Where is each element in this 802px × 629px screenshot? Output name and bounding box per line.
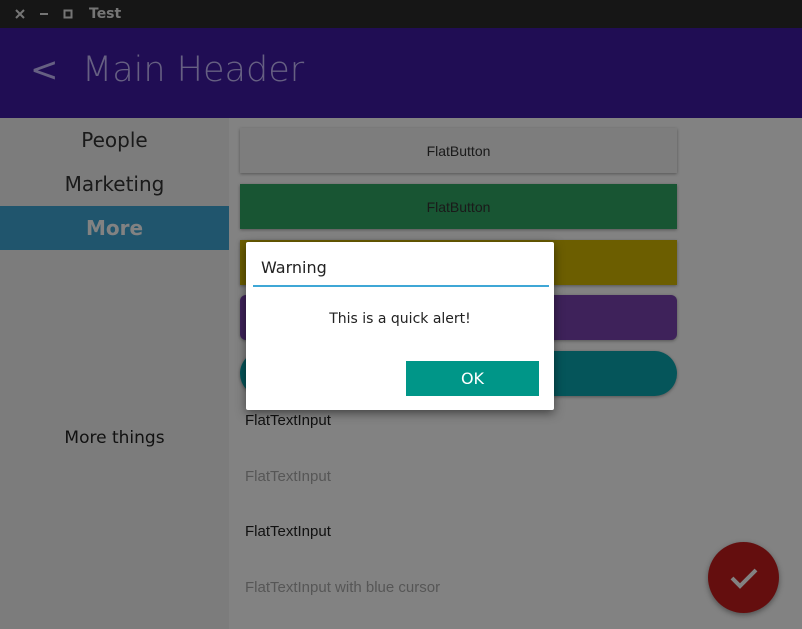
dialog-title: Warning — [261, 258, 327, 277]
dialog-divider — [253, 285, 549, 287]
alert-dialog: Warning This is a quick alert! OK — [246, 242, 554, 410]
ok-button[interactable]: OK — [406, 361, 539, 396]
dialog-message: This is a quick alert! — [329, 311, 471, 327]
ok-button-label: OK — [460, 369, 485, 388]
